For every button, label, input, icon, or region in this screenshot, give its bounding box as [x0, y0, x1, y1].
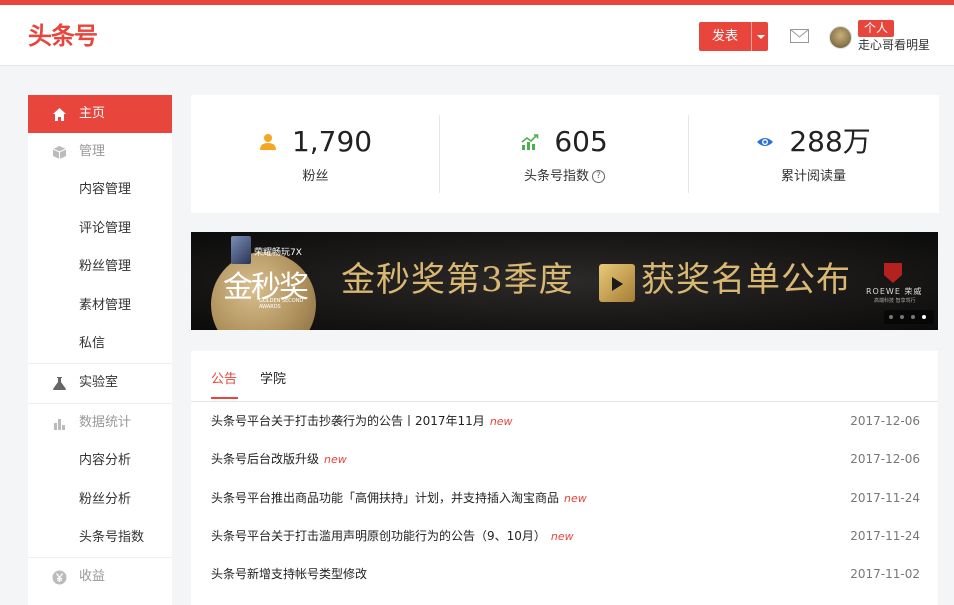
list-item[interactable]: 头条号平台推出商品功能「高佣扶持」计划，并支持插入淘宝商品 new 2017-11… — [211, 488, 920, 508]
sponsor-name: ROEWE 荣威 — [866, 287, 923, 296]
app-logo[interactable]: 头条号 — [28, 21, 98, 51]
tab-academy[interactable]: 学院 — [260, 371, 286, 389]
yen-icon — [52, 570, 67, 585]
sidebar-item-fans-manage[interactable]: 粉丝管理 — [28, 248, 172, 286]
sidebar-item-label: 头条号指数 — [79, 530, 145, 545]
sidebar-item-fans-analysis[interactable]: 粉丝分析 — [28, 481, 172, 519]
sidebar-item-home[interactable]: 主页 — [28, 95, 172, 133]
news-date: 2017-11-24 — [850, 529, 920, 543]
carousel-dot-active[interactable] — [922, 315, 926, 319]
sidebar-item-label: 私信 — [79, 336, 106, 351]
sidebar-item-lab[interactable]: 实验室 — [28, 364, 172, 402]
user-icon — [259, 134, 276, 150]
sidebar-item-revenue[interactable]: 收益 — [28, 558, 172, 596]
sidebar-item-comment-manage[interactable]: 评论管理 — [28, 210, 172, 248]
sidebar-item-label: 数据统计 — [79, 415, 132, 430]
news-date: 2017-11-24 — [850, 491, 920, 505]
new-badge: new — [564, 492, 587, 505]
eye-icon — [757, 138, 774, 146]
sidebar-item-label: 主页 — [79, 106, 106, 121]
bar-chart-icon — [54, 419, 65, 430]
sidebar-item-label: 管理 — [79, 144, 106, 159]
active-tab-indicator — [211, 397, 238, 399]
sidebar-item-manage[interactable]: 管理 — [28, 133, 172, 171]
tab-divider — [191, 401, 938, 402]
sidebar: 主页 管理 内容管理 评论管理 粉丝管理 素材管理 私信 实验室 数据统计 内容… — [28, 95, 172, 605]
list-item[interactable]: 头条号后台改版升级 new 2017-12-06 — [211, 449, 920, 469]
index-label: 头条号指数 — [523, 169, 589, 184]
award-disc-subtitle: GOLDEN SECOND AWARDS — [259, 298, 304, 310]
header: 头条号 发表 个人 走心哥看明星 — [0, 5, 954, 66]
fans-count: 1,790 — [291, 125, 373, 158]
carousel-dot[interactable] — [911, 315, 915, 319]
sponsor-phone-label: 荣耀畅玩7X — [254, 248, 302, 258]
banner-headline-right: 获奖名单公布 — [641, 260, 851, 300]
publish-button[interactable]: 发表 — [699, 22, 768, 51]
banner-headline-left: 金秒奖第3季度 — [341, 260, 574, 300]
help-icon[interactable]: ? — [592, 170, 605, 183]
avatar[interactable] — [829, 26, 852, 49]
sidebar-item-content-manage[interactable]: 内容管理 — [28, 171, 172, 209]
account-type-badge: 个人 — [858, 20, 895, 37]
news-date: 2017-12-06 — [850, 414, 920, 428]
flask-icon — [53, 377, 66, 390]
news-title[interactable]: 头条号新增支持帐号类型修改 — [211, 567, 367, 581]
play-icon — [599, 264, 635, 302]
news-date: 2017-12-06 — [850, 452, 920, 466]
promo-banner[interactable]: 荣耀畅玩7X 金秒奖 GOLDEN SECOND AWARDS 金秒奖第3季度 … — [191, 232, 938, 330]
publish-dropdown-chevron-icon[interactable] — [751, 22, 768, 51]
sidebar-item-messages[interactable]: 私信 — [28, 325, 172, 363]
phone-icon — [231, 236, 251, 264]
news-date: 2017-11-02 — [850, 567, 920, 581]
mail-icon[interactable] — [790, 29, 809, 43]
carousel-dot[interactable] — [900, 315, 904, 319]
news-title[interactable]: 头条号平台关于打击滥用声明原创功能行为的公告（9、10月） — [211, 529, 546, 543]
announcements-panel: 公告 学院 头条号平台关于打击抄袭行为的公告丨2017年11月 new 2017-… — [191, 351, 938, 605]
sidebar-item-label: 粉丝管理 — [79, 259, 132, 274]
stat-index: 605 头条号指数? — [440, 95, 689, 213]
new-badge: new — [324, 453, 347, 466]
tab-announcements[interactable]: 公告 — [211, 371, 237, 389]
list-item[interactable]: 头条号平台关于打击抄袭行为的公告丨2017年11月 new 2017-12-06 — [211, 411, 920, 431]
sidebar-item-material-manage[interactable]: 素材管理 — [28, 287, 172, 325]
new-badge: new — [489, 415, 513, 428]
list-item[interactable]: 头条号新增支持帐号类型修改 2017-11-02 — [211, 564, 920, 584]
sidebar-item-label: 内容管理 — [79, 182, 132, 197]
carousel-dot[interactable] — [889, 315, 893, 319]
news-title[interactable]: 头条号后台改版升级 — [211, 452, 319, 466]
news-title[interactable]: 头条号平台推出商品功能「高佣扶持」计划，并支持插入淘宝商品 — [211, 491, 559, 505]
stat-fans: 1,790 粉丝 — [191, 95, 440, 213]
sidebar-item-label: 粉丝分析 — [79, 492, 132, 507]
username[interactable]: 走心哥看明星 — [858, 37, 930, 53]
roewe-logo-icon — [884, 263, 902, 283]
box-icon — [52, 146, 67, 159]
sponsor-tagline: 高端科技 智享驾行 — [874, 298, 916, 304]
sidebar-item-content-analysis[interactable]: 内容分析 — [28, 442, 172, 480]
sidebar-item-label: 素材管理 — [79, 298, 132, 313]
list-item[interactable]: 头条号平台关于打击滥用声明原创功能行为的公告（9、10月） new 2017-11… — [211, 526, 920, 546]
news-title[interactable]: 头条号平台关于打击抄袭行为的公告丨2017年11月 — [211, 414, 485, 428]
reads-count: 288万 — [789, 125, 871, 158]
sidebar-item-label: 评论管理 — [79, 221, 132, 236]
index-score: 605 — [554, 125, 608, 158]
publish-button-label[interactable]: 发表 — [699, 22, 751, 51]
carousel-indicators — [884, 310, 934, 324]
stats-card: 1,790 粉丝 605 头条号指数? 288万 累计阅读量 — [191, 95, 939, 213]
reads-label: 累计阅读量 — [780, 169, 846, 184]
home-icon — [53, 108, 66, 121]
fans-label: 粉丝 — [302, 169, 329, 184]
sidebar-item-toutiao-index[interactable]: 头条号指数 — [28, 519, 172, 557]
sidebar-item-label: 内容分析 — [79, 453, 132, 468]
trend-icon — [521, 134, 539, 150]
new-badge: new — [550, 530, 574, 543]
stat-reads: 288万 累计阅读量 — [689, 95, 938, 213]
sidebar-item-label: 收益 — [79, 569, 106, 584]
sidebar-item-data-stats[interactable]: 数据统计 — [28, 404, 172, 442]
sidebar-item-label: 实验室 — [79, 375, 119, 390]
